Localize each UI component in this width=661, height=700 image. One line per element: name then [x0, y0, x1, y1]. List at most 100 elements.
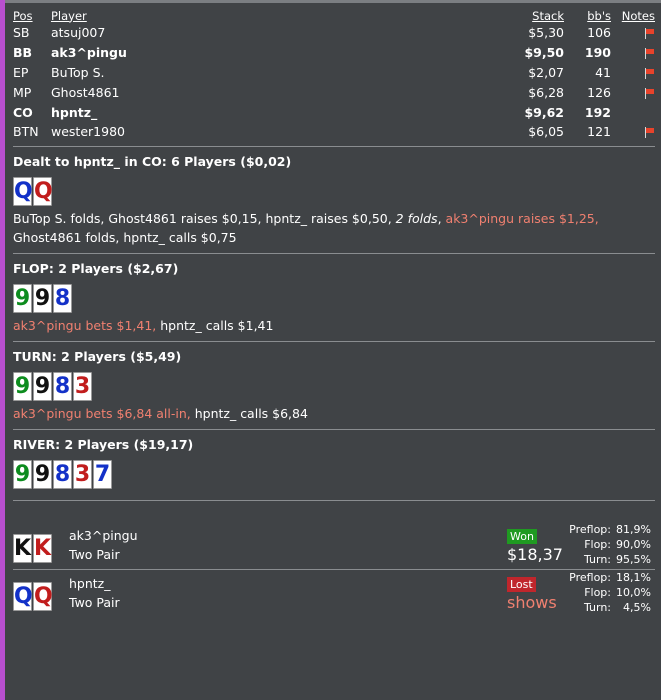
- playing-card: 9: [13, 283, 32, 313]
- action-text: BuTop S. folds, Ghost4861 raises $0,15, …: [13, 210, 396, 226]
- showdown-cards: QQ: [13, 581, 53, 611]
- flop-cards: 998: [13, 283, 655, 316]
- player-notes: [611, 102, 655, 122]
- equity-label: Turn:: [583, 552, 611, 566]
- playing-card: Q: [33, 176, 53, 206]
- note-flag-icon[interactable]: [644, 127, 655, 139]
- note-flag-icon[interactable]: [644, 28, 655, 40]
- player-row[interactable]: SB atsuj007 $5,30 106: [13, 23, 655, 43]
- player-row[interactable]: MP Ghost4861 $6,28 126: [13, 82, 655, 102]
- players-table-header: Pos Player Stack bb's Notes: [13, 8, 655, 23]
- player-notes: [611, 122, 655, 142]
- player-bbs: 121: [587, 124, 611, 140]
- header-pos[interactable]: Pos: [13, 8, 51, 23]
- player-pos: SB: [13, 25, 30, 41]
- player-name: hpntz_: [51, 104, 98, 120]
- action-text: ak3^pingu bets $6,84 all-in,: [13, 405, 191, 421]
- equity-label: Turn:: [583, 600, 611, 614]
- river-section: RIVER: 2 Players ($19,17) 99837: [13, 430, 655, 500]
- header-notes[interactable]: Notes: [611, 8, 655, 23]
- player-row[interactable]: CO hpntz_ $9,62 192: [13, 102, 655, 122]
- player-name: ak3^pingu: [51, 45, 127, 61]
- playing-card: 9: [13, 459, 32, 489]
- action-text: hpntz_ calls $1,41: [156, 317, 274, 333]
- player-pos: BTN: [13, 124, 39, 140]
- preflop-title: Dealt to hpntz_ in CO: 6 Players ($0,02): [13, 153, 292, 169]
- shows-label: shows: [507, 592, 557, 612]
- equity-row-preflop: Preflop: 81,9%: [561, 522, 651, 537]
- result-row-ak3-pingu[interactable]: KK ak3^pingu Two Pair Won $18,37 Preflop…: [13, 522, 655, 569]
- player-bbs: 192: [584, 104, 611, 120]
- note-flag-icon[interactable]: [644, 87, 655, 99]
- player-bbs: 126: [587, 84, 611, 100]
- won-badge: Won: [507, 528, 537, 544]
- player-name: Ghost4861: [51, 84, 120, 100]
- player-stack: $6,28: [528, 84, 564, 100]
- river-cards: 99837: [13, 459, 655, 492]
- player-row[interactable]: EP BuTop S. $2,07 41: [13, 63, 655, 83]
- equity-row-flop: Flop: 90,0%: [561, 537, 651, 552]
- equity-row-flop: Flop: 10,0%: [561, 585, 651, 600]
- lost-badge: Lost: [507, 576, 536, 592]
- playing-card: 8: [53, 459, 72, 489]
- player-stack: $2,07: [528, 64, 564, 80]
- equity-row-preflop: Preflop: 18,1%: [561, 570, 651, 585]
- player-bbs: 106: [587, 25, 611, 41]
- player-pos: CO: [13, 104, 33, 120]
- playing-card: 3: [73, 371, 92, 401]
- equity-label: Flop:: [584, 585, 611, 599]
- note-flag-icon[interactable]: [644, 67, 655, 79]
- playing-card: 9: [13, 371, 32, 401]
- action-text: ,: [437, 210, 446, 226]
- turn-actions: ak3^pingu bets $6,84 all-in, hpntz_ call…: [13, 404, 655, 429]
- equity-label: Preflop:: [569, 570, 611, 584]
- equity-table: Preflop: 81,9% Flop: 90,0% Turn: 95,5%: [561, 522, 651, 567]
- note-flag-icon[interactable]: [644, 48, 655, 60]
- action-text: hpntz_ calls $6,84: [190, 405, 308, 421]
- player-stack: $5,30: [528, 25, 564, 41]
- equity-value: 4,5%: [623, 600, 651, 614]
- playing-card: 9: [33, 459, 52, 489]
- top-accent-bar: [5, 0, 661, 3]
- playing-card: K: [13, 533, 32, 563]
- equity-value: 90,0%: [616, 537, 651, 551]
- player-stack: $9,62: [524, 104, 564, 120]
- won-amount: $18,37: [507, 544, 563, 564]
- result-player-name: ak3^pingu: [69, 527, 138, 543]
- showdown-cards: KK: [13, 533, 52, 563]
- flop-section: FLOP: 2 Players ($2,67) 998 ak3^pingu be…: [13, 254, 655, 341]
- action-text: Ghost4861 folds, hpntz_ calls $0,75: [13, 229, 237, 245]
- playing-card: 8: [53, 371, 72, 401]
- turn-section: TURN: 2 Players ($5,49) 9983 ak3^pingu b…: [13, 342, 655, 429]
- equity-value: 18,1%: [616, 570, 651, 584]
- equity-label: Preflop:: [569, 522, 611, 536]
- equity-value: 81,9%: [616, 522, 651, 536]
- hole-cards: QQ: [13, 176, 655, 209]
- turn-cards: 9983: [13, 371, 655, 404]
- header-player[interactable]: Player: [51, 8, 491, 23]
- player-pos: MP: [13, 84, 32, 100]
- player-row[interactable]: BB ak3^pingu $9,50 190: [13, 43, 655, 63]
- player-name: BuTop S.: [51, 64, 105, 80]
- playing-card: Q: [13, 176, 33, 206]
- player-row[interactable]: BTN wester1980 $6,05 121: [13, 122, 655, 142]
- turn-title: TURN: 2 Players ($5,49): [13, 348, 182, 364]
- player-notes: [611, 43, 655, 63]
- result-row-hpntz[interactable]: QQ hpntz_ Two Pair Lost shows Preflop: 18…: [13, 570, 655, 617]
- playing-card: 8: [53, 283, 72, 313]
- player-bbs: 190: [584, 45, 611, 61]
- equity-row-turn: Turn: 4,5%: [561, 600, 651, 615]
- playing-card: 7: [93, 459, 112, 489]
- equity-value: 10,0%: [616, 585, 651, 599]
- equity-row-turn: Turn: 95,5%: [561, 552, 651, 567]
- preflop-actions: BuTop S. folds, Ghost4861 raises $0,15, …: [13, 209, 655, 253]
- result-player-name: hpntz_: [69, 575, 111, 591]
- action-text: ak3^pingu raises $1,25,: [445, 210, 599, 226]
- player-pos: EP: [13, 64, 29, 80]
- preflop-section: Dealt to hpntz_ in CO: 6 Players ($0,02)…: [13, 147, 655, 253]
- players-table: Pos Player Stack bb's Notes SB atsuj007 $5…: [13, 8, 655, 142]
- playing-card: 9: [33, 371, 52, 401]
- header-bbs[interactable]: bb's: [564, 8, 611, 23]
- header-stack[interactable]: Stack: [491, 8, 564, 23]
- playing-card: Q: [33, 581, 53, 611]
